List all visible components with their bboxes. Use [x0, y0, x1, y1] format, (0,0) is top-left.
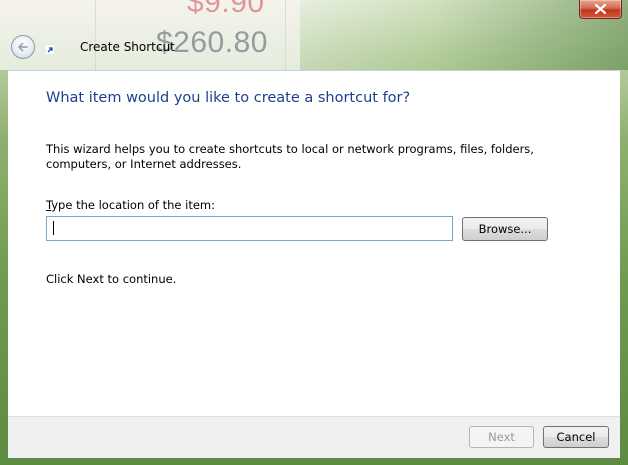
location-label-text: ype the location of the item:: [51, 198, 216, 212]
back-arrow-icon: [18, 42, 28, 52]
continue-instruction: Click Next to continue.: [46, 272, 177, 286]
background-price-top: $9.90: [187, 0, 265, 19]
wizard-heading: What item would you like to create a sho…: [46, 90, 411, 106]
wizard-content-area: [8, 70, 620, 417]
browse-button[interactable]: Browse...: [462, 217, 548, 241]
window-title: Create Shortcut: [80, 40, 175, 54]
shortcut-arrow-icon: [46, 45, 54, 54]
wizard-description: This wizard helps you to create shortcut…: [46, 142, 534, 171]
text-caret: [53, 221, 54, 235]
location-input[interactable]: [46, 216, 453, 241]
cancel-button[interactable]: Cancel: [543, 426, 609, 448]
close-button[interactable]: [579, 0, 622, 19]
location-label: Type the location of the item:: [46, 198, 215, 212]
next-button[interactable]: Next: [469, 426, 534, 448]
back-button[interactable]: [11, 35, 35, 59]
close-x-icon: [595, 4, 606, 14]
